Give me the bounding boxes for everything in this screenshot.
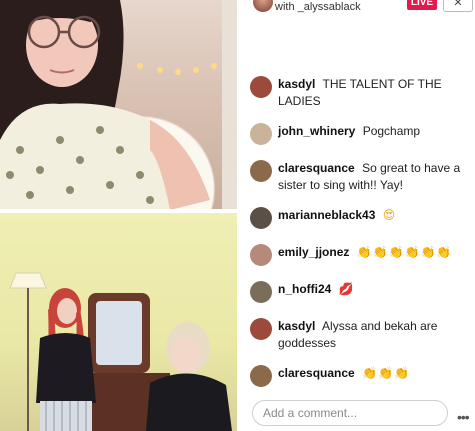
- string-lights: [117, 57, 217, 75]
- user-avatar[interactable]: [250, 244, 272, 266]
- live-header: with _alyssablack LIVE ✕: [245, 0, 475, 18]
- user-avatar[interactable]: [250, 123, 272, 145]
- user-avatar[interactable]: [250, 160, 272, 182]
- comment-text: Pogchamp: [362, 124, 421, 138]
- host-avatar[interactable]: [253, 0, 273, 12]
- comment-item: emily_jjonez 👏👏👏👏👏👏: [245, 244, 475, 268]
- user-avatar[interactable]: [250, 207, 272, 229]
- comment-username[interactable]: claresquance: [278, 161, 355, 175]
- comment-username[interactable]: marianneblack43: [278, 208, 375, 222]
- live-with-label: with _alyssablack: [275, 1, 361, 13]
- comment-item: john_whinery Pogchamp: [245, 123, 475, 147]
- comment-username[interactable]: john_whinery: [278, 124, 355, 138]
- comment-item: kasdyl THE TALENT OF THE LADIES: [245, 76, 475, 110]
- comment-feed[interactable]: kasdyl THE TALENT OF THE LADIES john_whi…: [245, 76, 475, 402]
- comment-input[interactable]: Add a comment...: [252, 400, 448, 426]
- kiss-emoji-icon: 💋: [338, 282, 355, 296]
- comment-username[interactable]: emily_jjonez: [278, 245, 349, 259]
- comment-username[interactable]: kasdyl: [278, 77, 315, 91]
- user-avatar[interactable]: [250, 281, 272, 303]
- comment-item: n_hoffi24 💋: [245, 281, 475, 305]
- guest-video-bottom-image: [9, 272, 232, 431]
- heart-eyes-emoji-icon: 😍: [382, 208, 397, 222]
- live-video-area: [0, 0, 237, 431]
- user-avatar[interactable]: [250, 365, 272, 387]
- broadcaster-video-top[interactable]: [0, 0, 237, 210]
- more-options-icon[interactable]: •••: [457, 409, 470, 425]
- comment-item: marianneblack43 😍: [245, 207, 475, 231]
- comment-item: claresquance 👏👏👏: [245, 365, 475, 389]
- clapping-emoji-icon: 👏👏👏👏👏👏: [356, 245, 453, 259]
- comment-item: kasdyl Alyssa and bekah are goddesses: [245, 318, 475, 352]
- guest-video-bottom[interactable]: [0, 213, 237, 431]
- comment-username[interactable]: n_hoffi24: [278, 282, 331, 296]
- comment-username[interactable]: kasdyl: [278, 319, 315, 333]
- comment-username[interactable]: claresquance: [278, 366, 355, 380]
- broadcaster-video-top-image: [0, 0, 237, 210]
- live-badge: LIVE: [407, 0, 437, 10]
- close-button[interactable]: ✕: [443, 0, 473, 12]
- user-avatar[interactable]: [250, 318, 272, 340]
- clapping-emoji-icon: 👏👏👏: [362, 366, 410, 380]
- user-avatar[interactable]: [250, 76, 272, 98]
- comment-item: claresquance So great to have a sister t…: [245, 160, 475, 194]
